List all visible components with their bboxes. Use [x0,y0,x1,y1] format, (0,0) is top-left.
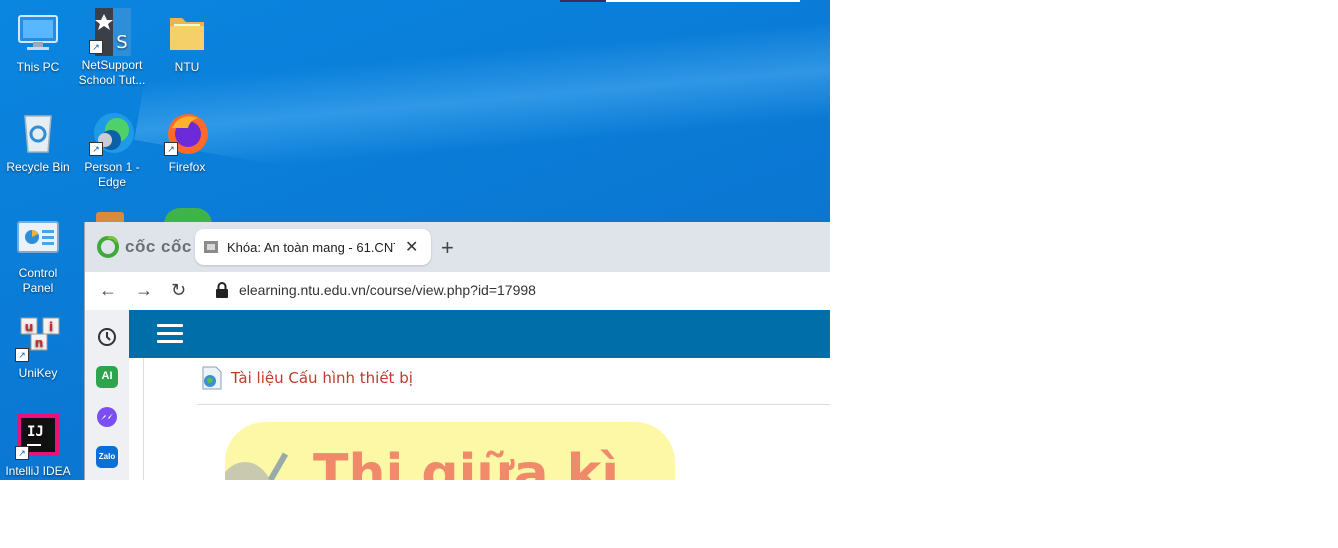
shortcut-arrow-icon: ↗ [15,348,29,362]
tab-title: Khóa: An toàn mang - 61.CNTT [227,239,395,255]
content-border [143,358,144,480]
forward-icon[interactable]: → [135,280,153,301]
page-favicon-icon [204,241,218,253]
taskbar-edge-accent [560,0,606,2]
svg-text:u: u [25,320,34,334]
close-icon[interactable]: ✕ [405,237,418,257]
desktop-icon-firefox[interactable]: ↗ Firefox [151,110,223,175]
resource-link-text: Tài liệu Cấu hình thiết bị [231,369,413,387]
ai-label: AI [101,370,113,382]
page-content: Tài liệu Cấu hình thiết bị Thi giữa kì [129,310,830,480]
edge-icon: ↗ [89,110,135,156]
firefox-icon: ↗ [164,110,210,156]
shortcut-arrow-icon: ↗ [89,142,103,156]
icon-label: Recycle Bin [6,160,70,174]
desktop-icon-netsupport[interactable]: S ↗ NetSupport School Tut... [76,8,148,88]
icon-label: Firefox [168,160,206,174]
computer-icon [15,10,61,56]
coccoc-logo[interactable]: cốc cốc [97,234,192,260]
desktop-icon-intellij[interactable]: IJ ↗ IntelliJ IDEA [2,414,74,479]
desktop-icon-recycle-bin[interactable]: Recycle Bin [2,110,74,175]
side-panel: AI Zalo [85,310,129,480]
address-bar[interactable]: elearning.ntu.edu.vn/course/view.php?id=… [205,274,830,306]
resource-link[interactable]: Tài liệu Cấu hình thiết bị [201,366,413,390]
midterm-banner-image: Thi giữa kì [225,422,675,480]
control-panel-icon [15,216,61,262]
svg-text:n: n [35,336,44,350]
banner-pencil [267,452,289,480]
section-divider [197,404,830,405]
banner-text: Thi giữa kì [313,444,620,480]
zalo-label: Zalo [98,452,116,461]
svg-text:IJ: IJ [27,424,44,440]
tab-strip: cốc cốc Khóa: An toàn mang - 61.CNTT ✕ + [85,222,830,272]
shortcut-arrow-icon: ↗ [89,40,103,54]
url-text: elearning.ntu.edu.vn/course/view.php?id=… [239,282,536,298]
desktop-icon-ntu[interactable]: NTU [151,10,223,75]
coccoc-icon [97,236,119,258]
icon-label: IntelliJ IDEA [5,464,71,478]
url-resource-icon [202,366,222,390]
tab-active[interactable]: Khóa: An toàn mang - 61.CNTT ✕ [195,229,431,265]
netsupport-icon: S ↗ [89,8,135,56]
icon-label: UniKey [18,366,58,380]
unikey-icon: u i n ↗ [15,316,61,362]
lock-icon [216,282,228,298]
browser-window: cốc cốc Khóa: An toàn mang - 61.CNTT ✕ +… [84,222,830,480]
icon-label: This PC [16,60,60,74]
ai-assistant-icon[interactable]: AI [96,366,118,388]
desktop-icon-control-panel[interactable]: Control Panel [2,216,74,296]
desktop-icon-this-pc[interactable]: This PC [2,10,74,75]
new-tab-button[interactable]: + [441,235,454,261]
intellij-icon: IJ ↗ [15,414,61,460]
shortcut-arrow-icon: ↗ [164,142,178,156]
svg-text:S: S [116,32,127,53]
brand-name: cốc cốc [125,237,192,256]
icon-label: Control Panel [18,266,58,295]
desktop-icon-edge[interactable]: ↗ Person 1 - Edge [76,110,148,190]
shortcut-arrow-icon: ↗ [15,446,29,460]
icon-label: NTU [174,60,200,74]
site-header [129,310,830,358]
back-icon[interactable]: ← [99,280,117,301]
reload-icon[interactable]: ↻ [171,280,186,301]
messenger-icon[interactable] [96,406,118,428]
desktop: This PC S ↗ NetSupport School Tut... NTU [0,0,830,480]
menu-icon[interactable] [157,324,183,344]
desktop-icon-unikey[interactable]: u i n ↗ UniKey [2,316,74,381]
svg-text:i: i [49,320,53,334]
zalo-icon[interactable]: Zalo [96,446,118,468]
icon-label: NetSupport School Tut... [78,58,146,87]
folder-icon [164,10,210,56]
recycle-bin-icon [15,110,61,156]
history-icon[interactable] [96,326,118,348]
icon-label: Person 1 - Edge [84,160,140,189]
